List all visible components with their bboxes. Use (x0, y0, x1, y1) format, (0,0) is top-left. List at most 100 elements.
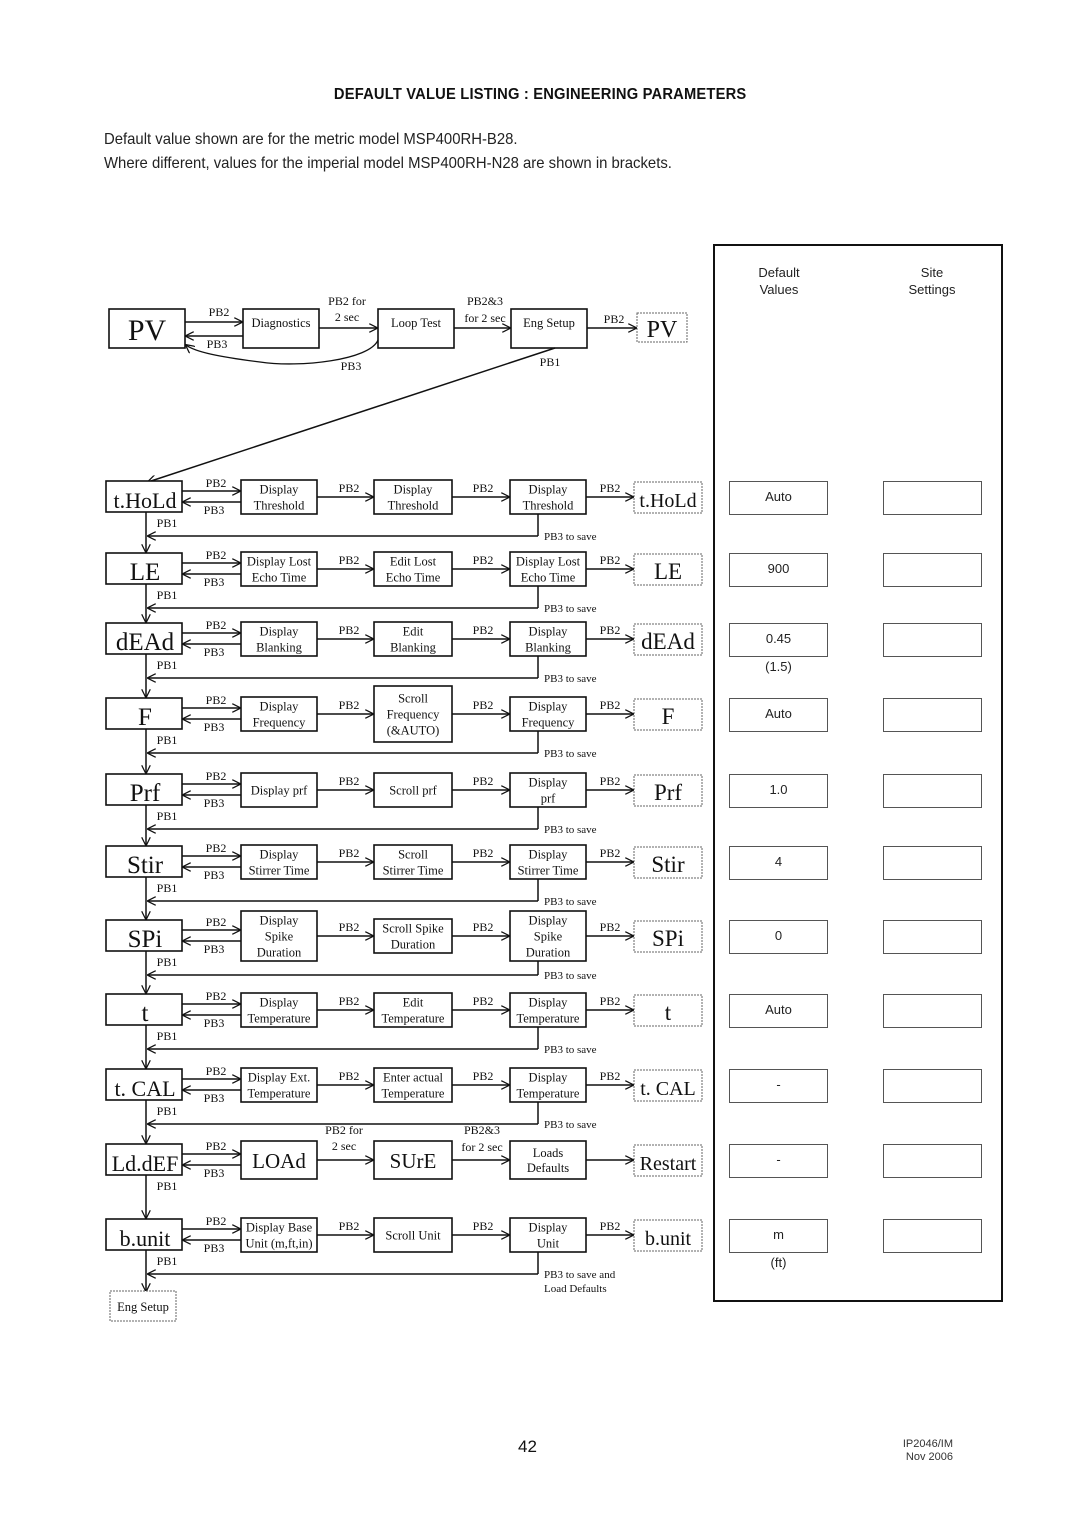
pb2-in-label: PB2 (206, 1139, 227, 1153)
save-label-1: PB3 to save (544, 896, 597, 908)
step1-line-1: Display (260, 624, 300, 638)
pb2-step-label: PB2 (339, 774, 360, 788)
param-label: t.HoLd (114, 488, 177, 513)
row-le: LE Display Lost Echo Time Edit Lost Echo Tim… (105, 548, 703, 622)
end-label: t (665, 1000, 672, 1025)
pb23-label-2: for 2 sec (464, 311, 505, 325)
pb1-label: PB1 (157, 881, 178, 895)
pb2for-label-2: 2 sec (335, 310, 359, 324)
pb2-step-label: PB2 (339, 1219, 360, 1233)
step1-line-1: Display (260, 482, 300, 496)
step1-line-2: Frequency (253, 715, 307, 729)
step2-line-1: Scroll prf (389, 783, 437, 797)
pb3-back-label: PB3 (204, 1091, 225, 1105)
save-label-2: Load Defaults (544, 1283, 607, 1295)
end-label: b.unit (645, 1228, 692, 1250)
step1-line-2: Temperature (248, 1086, 311, 1100)
pb2-end-label: PB2 (600, 846, 621, 860)
pb2-in-label: PB2 (206, 548, 227, 562)
pb3-back-label: PB3 (204, 1241, 225, 1255)
step3-line-2: Echo Time (521, 570, 576, 584)
diagnostics-label: Diagnostics (251, 316, 310, 330)
pb2-step-label: PB2 (473, 623, 494, 637)
step1-line-1: Display (260, 995, 300, 1009)
pb23-label-1: PB2&3 (467, 294, 503, 308)
pb1-label: PB1 (157, 588, 178, 602)
pb2-end-label: PB2 (600, 481, 621, 495)
pb2-step-label: PB2 (473, 481, 494, 495)
pb1-label: PB1 (157, 516, 178, 530)
end-label: LE (654, 559, 682, 584)
pb1-label: PB1 (157, 955, 178, 969)
save-label-1: PB3 to save (544, 1044, 597, 1056)
end-label: SPi (652, 926, 684, 951)
pb2for-label-1: PB2 for (328, 294, 366, 308)
pv-start-label: PV (128, 314, 167, 347)
step2-line-2: Stirrer Time (383, 863, 444, 877)
pb2-in-label: PB2 (206, 769, 227, 783)
step1-line-1: Display Lost (247, 554, 312, 568)
step3-line-2: Threshold (523, 498, 574, 512)
step3-line-2: Defaults (527, 1161, 569, 1175)
pb3-back-label: PB3 (204, 720, 225, 734)
pb2-step-label: PB2 (339, 1069, 360, 1083)
pb3-back-label: PB3 (204, 503, 225, 517)
end-label: Restart (640, 1153, 697, 1175)
pb2-step-label: PB2 (339, 994, 360, 1008)
step3-line-3: Duration (526, 945, 571, 959)
step1-line-2: Unit (m,ft,in) (245, 1236, 312, 1250)
step3-line-2: prf (541, 791, 556, 805)
step3-line-1: Display (529, 624, 569, 638)
step1-line-1: Display Base (246, 1220, 313, 1234)
top-flow: PV Diagnostics Loop Test Eng Setup PV PB2 PB3 P… (108, 294, 688, 482)
pb2-step-label: PB2 (339, 481, 360, 495)
pb3-back-label: PB3 (204, 942, 225, 956)
pb2-step-label: PB2 (473, 774, 494, 788)
step2-line-1: Edit (403, 995, 424, 1009)
param-label: Stir (127, 852, 164, 879)
pb3-back-label: PB3 (204, 1166, 225, 1180)
step3-line-1: Display (529, 1220, 569, 1234)
step2-line-1: Edit (403, 624, 424, 638)
save-label-1: PB3 to save (544, 824, 597, 836)
pb2-end-label: PB2 (600, 1219, 621, 1233)
pb3-back-label: PB3 (204, 1016, 225, 1030)
step3-line-1: Loads (533, 1146, 564, 1160)
pb2-step-label: PB2 (473, 553, 494, 567)
step3-line-2: Temperature (517, 1086, 580, 1100)
pb2-step-label: PB2 (339, 846, 360, 860)
pb2-in-label: PB2 (206, 1064, 227, 1078)
step2-line-1: Display (394, 482, 434, 496)
end-label: F (662, 704, 675, 729)
pb2-step-label: PB2 (473, 994, 494, 1008)
param-label: LE (130, 559, 161, 586)
pb2-end-label: PB2 (600, 920, 621, 934)
parameter-rows: t.HoLd Display Threshold Display Threshold Di… (105, 476, 703, 1322)
pb23-label-2: for 2 sec (461, 1140, 502, 1154)
step1-line-2: Threshold (254, 498, 305, 512)
step2-line-1: Enter actual (383, 1070, 444, 1084)
step1-line-1: Display prf (251, 783, 308, 797)
step1-line-2: Stirrer Time (249, 863, 310, 877)
pb3-label: PB3 (207, 337, 228, 351)
param-label: Ld.dEF (112, 1151, 179, 1176)
pb2for-label-1: PB2 for (325, 1123, 363, 1137)
row-stir: Stir Display Stirrer Time Scroll Stirrer Tim… (105, 841, 703, 919)
pb2-step-label: PB2 (473, 846, 494, 860)
step3-line-1: Display (529, 775, 569, 789)
param-label: F (138, 704, 152, 731)
end-label: Prf (654, 780, 682, 805)
pb2-step-label: PB2 (473, 1219, 494, 1233)
row-bunit: b.unit Display Base Unit (m,ft,in) Scroll U… (105, 1214, 703, 1295)
pb2-step-label: PB2 (473, 1069, 494, 1083)
pb2-in-label: PB2 (206, 693, 227, 707)
pb2-end-label: PB2 (600, 553, 621, 567)
save-label-1: PB3 to save (544, 970, 597, 982)
step2-line-3: (&AUTO) (387, 723, 440, 737)
param-label: SPi (128, 926, 163, 953)
step2-line-2: Duration (391, 937, 436, 951)
step1-line-2: Spike (265, 929, 294, 943)
pb2-step-label: PB2 (473, 920, 494, 934)
pb2-end-label: PB2 (600, 623, 621, 637)
param-label: Prf (130, 780, 161, 807)
